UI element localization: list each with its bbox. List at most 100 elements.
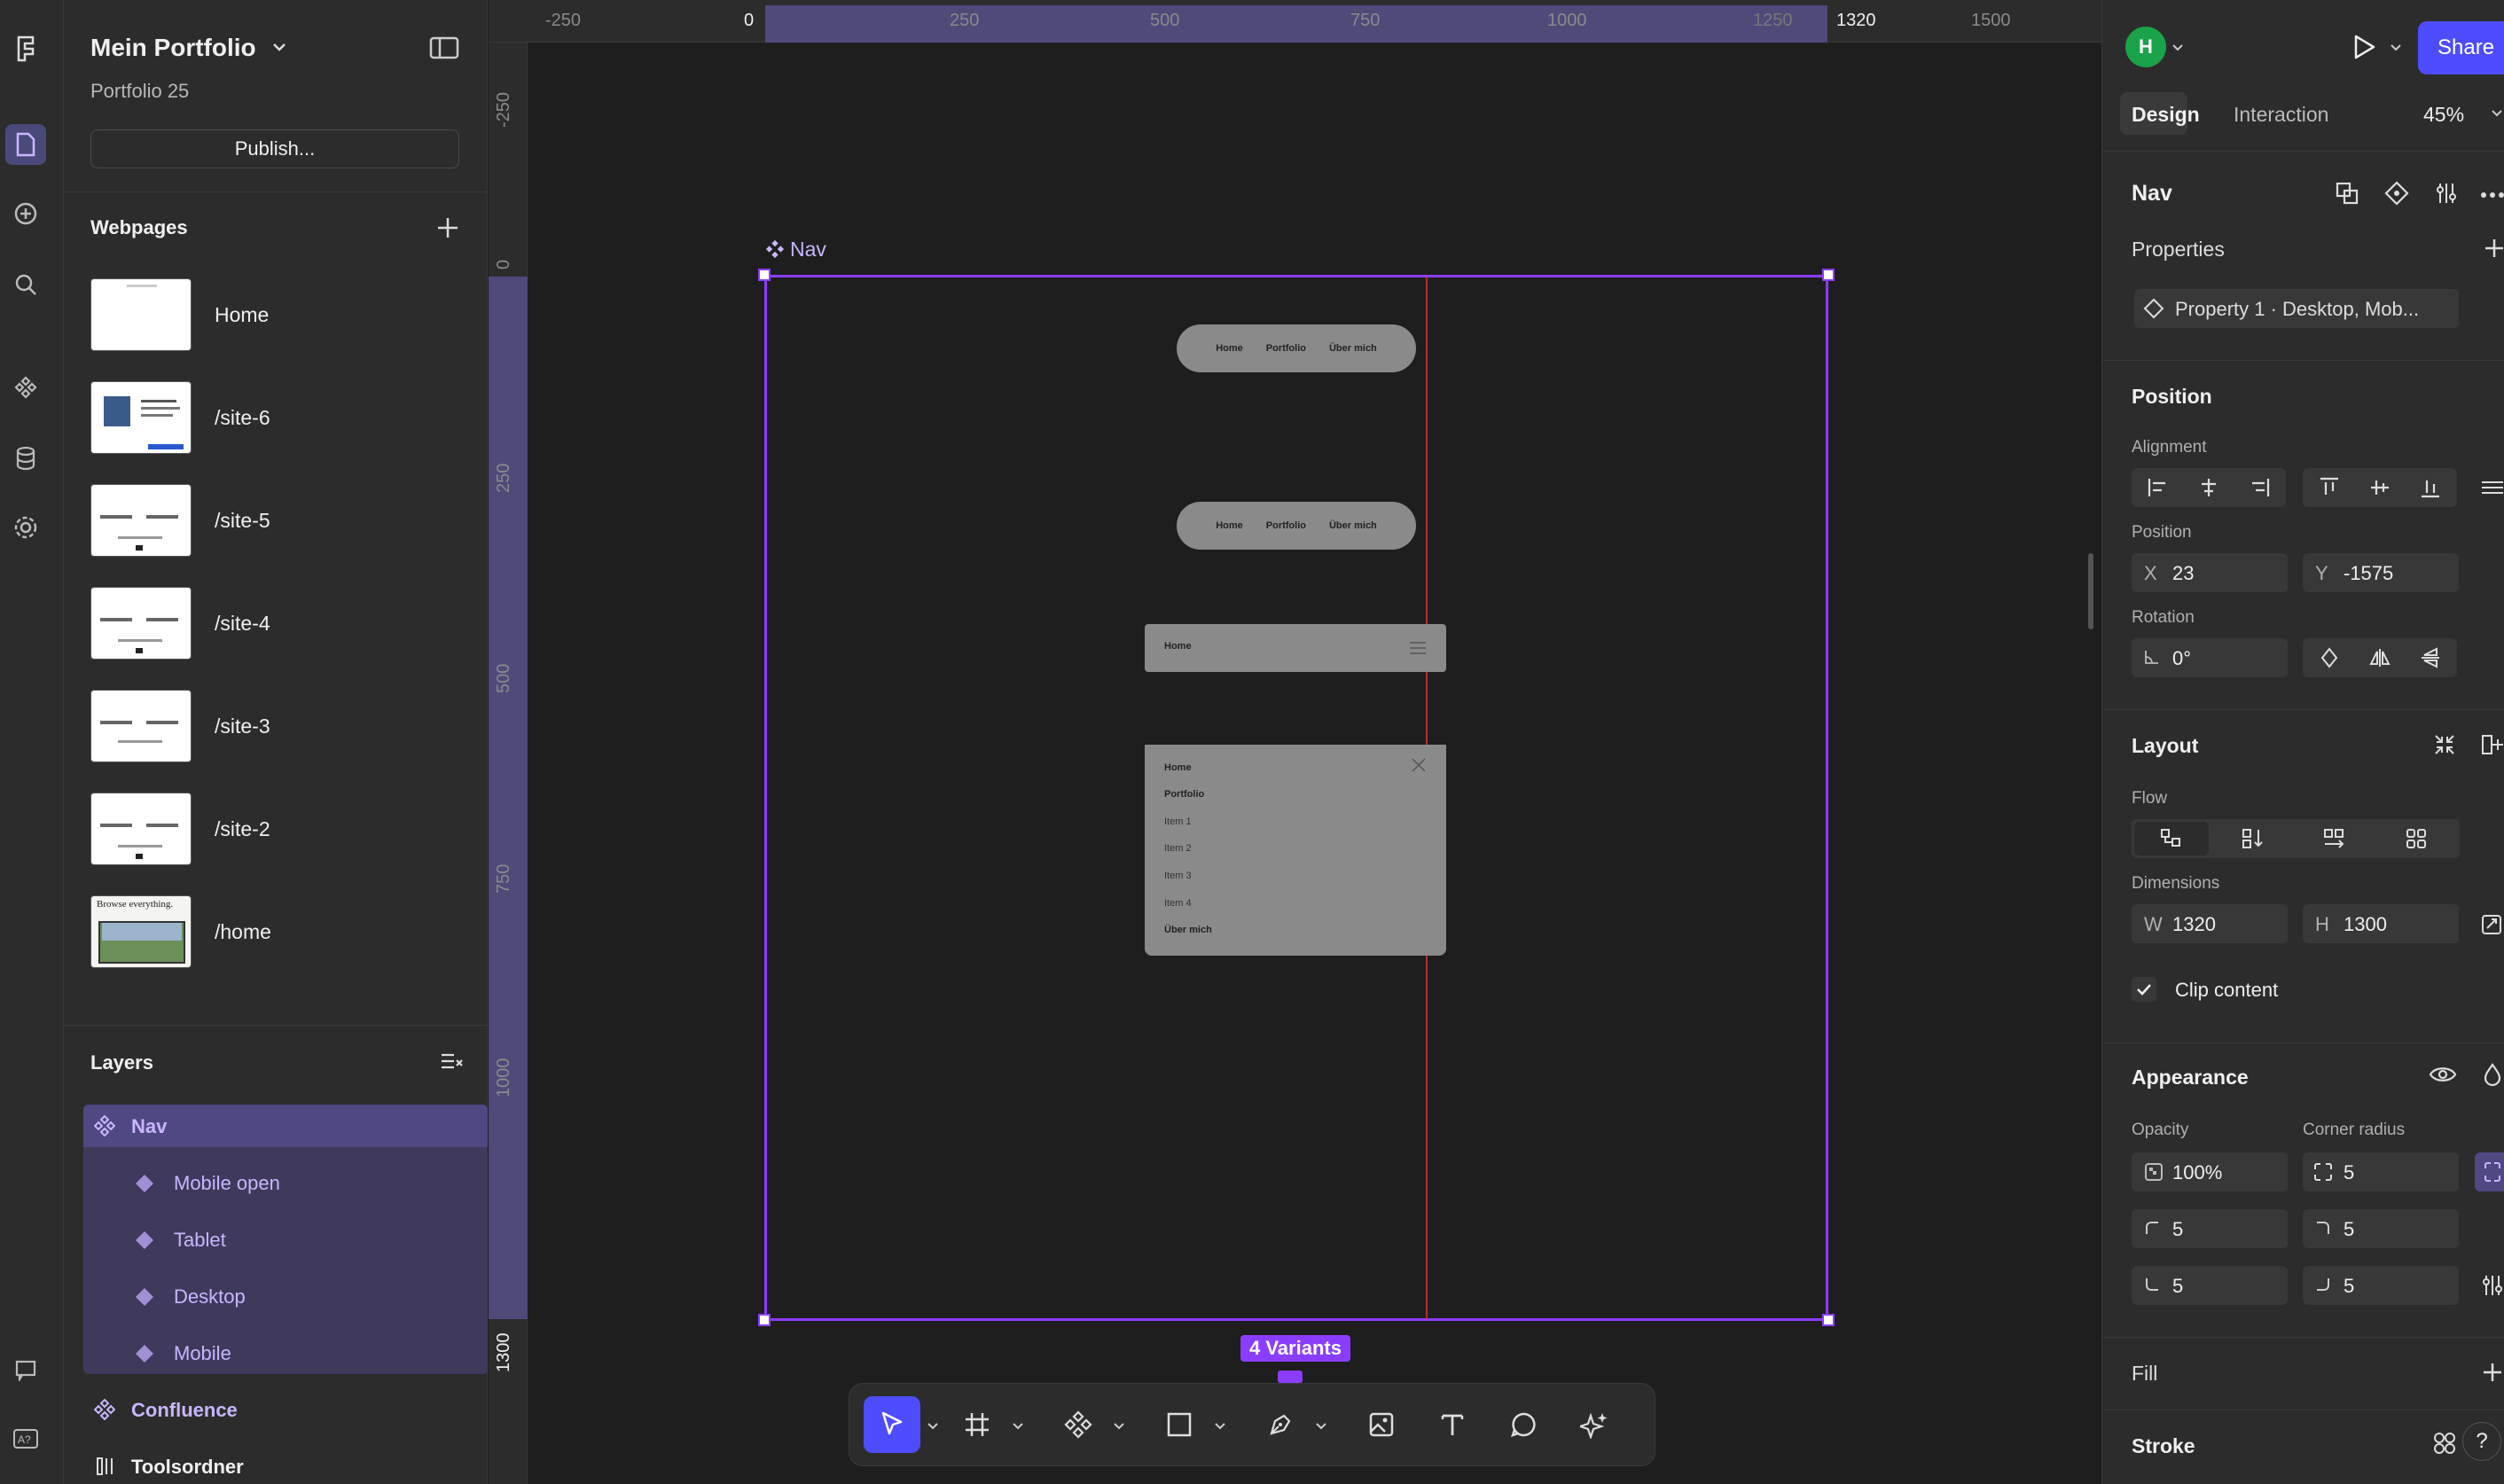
project-title[interactable]: Mein Portfolio [90, 34, 256, 62]
flow-free-icon[interactable] [2147, 823, 2196, 855]
frame-tool-icon[interactable] [949, 1396, 1006, 1453]
image-tool-icon[interactable] [1353, 1396, 1410, 1453]
mobile-nav-variant[interactable]: Home Portfolio Über mich [1177, 502, 1416, 550]
page-item-home-slug[interactable]: Browse everything. /home [90, 895, 472, 970]
align-center-h-icon[interactable] [2184, 472, 2234, 504]
comment-tool-icon[interactable] [1495, 1396, 1552, 1453]
detach-icon[interactable] [2335, 181, 2359, 206]
components-icon[interactable] [5, 367, 46, 408]
insert-icon[interactable] [5, 193, 46, 234]
comments-icon[interactable] [5, 1349, 46, 1390]
play-icon[interactable] [2351, 34, 2377, 60]
mobile-open-variant[interactable]: Home Portfolio Item 1 Item 2 Item 3 Item… [1145, 745, 1446, 956]
chevron-down-icon[interactable] [2390, 43, 2402, 53]
more-icon[interactable] [2480, 191, 2504, 199]
database-icon[interactable] [5, 438, 46, 479]
rotate-icon[interactable] [2304, 642, 2354, 674]
layer-item-desktop[interactable]: Desktop [83, 1275, 488, 1317]
property-chip[interactable]: Property 1 · Desktop, Mob... [2134, 289, 2459, 328]
corner-top-right-field[interactable]: 5 [2303, 1209, 2459, 1248]
flip-vertical-icon[interactable] [2406, 642, 2455, 674]
visibility-eye-icon[interactable] [2429, 1064, 2457, 1085]
corner-top-left-field[interactable]: 5 [2132, 1209, 2288, 1248]
settings-icon[interactable] [5, 507, 46, 548]
adjust-icon[interactable] [2434, 181, 2459, 206]
vertical-scrollbar[interactable] [2088, 553, 2093, 629]
collapse-icon[interactable] [2432, 732, 2457, 757]
add-variant-handle[interactable] [1278, 1371, 1303, 1383]
flip-horizontal-icon[interactable] [2355, 642, 2405, 674]
toggle-sidebar-icon[interactable] [429, 35, 459, 60]
align-top-icon[interactable] [2304, 472, 2354, 504]
corner-radius-field[interactable]: 5 [2303, 1152, 2459, 1191]
desktop-nav-variant[interactable]: Home Portfolio Über mich [1177, 324, 1416, 372]
page-item-site-6[interactable]: /site-6 [90, 381, 472, 456]
resize-handle[interactable] [1822, 269, 1835, 281]
chevron-down-icon[interactable] [271, 41, 287, 53]
translate-icon[interactable]: A? [5, 1418, 46, 1459]
page-item-home[interactable]: Home [90, 278, 472, 353]
height-field[interactable]: H 1300 [2303, 904, 2459, 943]
width-field[interactable]: W 1320 [2132, 904, 2288, 943]
layer-item-tablet[interactable]: Tablet [83, 1218, 488, 1261]
rotation-field[interactable]: 0° [2132, 638, 2288, 677]
flow-vertical-icon[interactable] [2228, 823, 2278, 855]
frame-label[interactable]: Nav [790, 238, 826, 262]
layer-item-nav[interactable]: Nav [83, 1105, 488, 1147]
align-middle-icon[interactable] [2355, 472, 2405, 504]
variants-badge[interactable]: 4 Variants [1240, 1335, 1350, 1362]
pages-icon[interactable] [5, 124, 46, 165]
text-tool-icon[interactable] [1424, 1396, 1481, 1453]
canvas[interactable]: -250 0 250 500 750 1000 1250 1320 1500 -… [489, 0, 2101, 1484]
align-left-icon[interactable] [2133, 472, 2183, 504]
flow-horizontal-icon[interactable] [2310, 823, 2359, 855]
layer-item-mobile[interactable]: Mobile [83, 1332, 488, 1374]
distribute-icon[interactable] [2480, 479, 2504, 496]
rectangle-tool-icon[interactable] [1151, 1396, 1208, 1453]
publish-button[interactable]: Publish... [90, 129, 459, 168]
help-button[interactable]: ? [2462, 1422, 2501, 1461]
clip-content-checkbox[interactable] [2132, 977, 2156, 1002]
chevron-down-icon[interactable] [1314, 1419, 1328, 1433]
component-tool-icon[interactable] [1050, 1396, 1107, 1453]
page-item-site-4[interactable]: /site-4 [90, 587, 472, 661]
layers-options-icon[interactable] [440, 1051, 465, 1073]
page-item-site-5[interactable]: /site-5 [90, 484, 472, 558]
add-property-icon[interactable] [2484, 238, 2504, 259]
resize-mode-icon[interactable] [2480, 913, 2503, 936]
blend-drop-icon[interactable] [2482, 1062, 2503, 1087]
opacity-field[interactable]: 100% [2132, 1152, 2288, 1191]
align-bottom-icon[interactable] [2406, 472, 2455, 504]
corner-settings-icon[interactable] [2480, 1273, 2504, 1298]
align-right-icon[interactable] [2234, 472, 2284, 504]
variant-icon[interactable] [2384, 181, 2409, 206]
page-item-site-3[interactable]: /site-3 [90, 690, 472, 764]
resize-handle[interactable] [1822, 1314, 1835, 1326]
chevron-down-icon[interactable] [926, 1419, 940, 1433]
layer-item-mobile-open[interactable]: Mobile open [83, 1161, 488, 1204]
zoom-level[interactable]: 45% [2423, 103, 2464, 127]
resize-handle[interactable] [758, 269, 771, 281]
auto-layout-icon[interactable] [2480, 732, 2504, 757]
pen-tool-icon[interactable] [1252, 1396, 1309, 1453]
corner-bottom-right-field[interactable]: 5 [2303, 1266, 2459, 1305]
layer-item-toolsordner[interactable]: Toolsordner [83, 1445, 488, 1484]
tab-interaction[interactable]: Interaction [2234, 103, 2328, 127]
corner-bottom-left-field[interactable]: 5 [2132, 1266, 2288, 1305]
chevron-down-icon[interactable] [2491, 108, 2503, 119]
share-button[interactable]: Share [2418, 21, 2504, 74]
chevron-down-icon[interactable] [1112, 1419, 1126, 1433]
flow-grid-icon[interactable] [2391, 823, 2441, 855]
select-tool-icon[interactable] [864, 1396, 920, 1453]
search-icon[interactable] [5, 264, 46, 305]
chevron-down-icon[interactable] [2171, 43, 2184, 53]
stroke-style-icon[interactable] [2432, 1431, 2457, 1456]
independent-corners-icon[interactable] [2475, 1152, 2504, 1191]
y-position-field[interactable]: Y -1575 [2303, 553, 2459, 592]
resize-handle[interactable] [758, 1314, 771, 1326]
chevron-down-icon[interactable] [1011, 1419, 1025, 1433]
ai-tool-icon[interactable] [1566, 1396, 1623, 1453]
app-logo-icon[interactable] [5, 28, 46, 69]
user-avatar[interactable]: H [2125, 27, 2166, 67]
tablet-nav-variant[interactable]: Home [1145, 624, 1446, 672]
